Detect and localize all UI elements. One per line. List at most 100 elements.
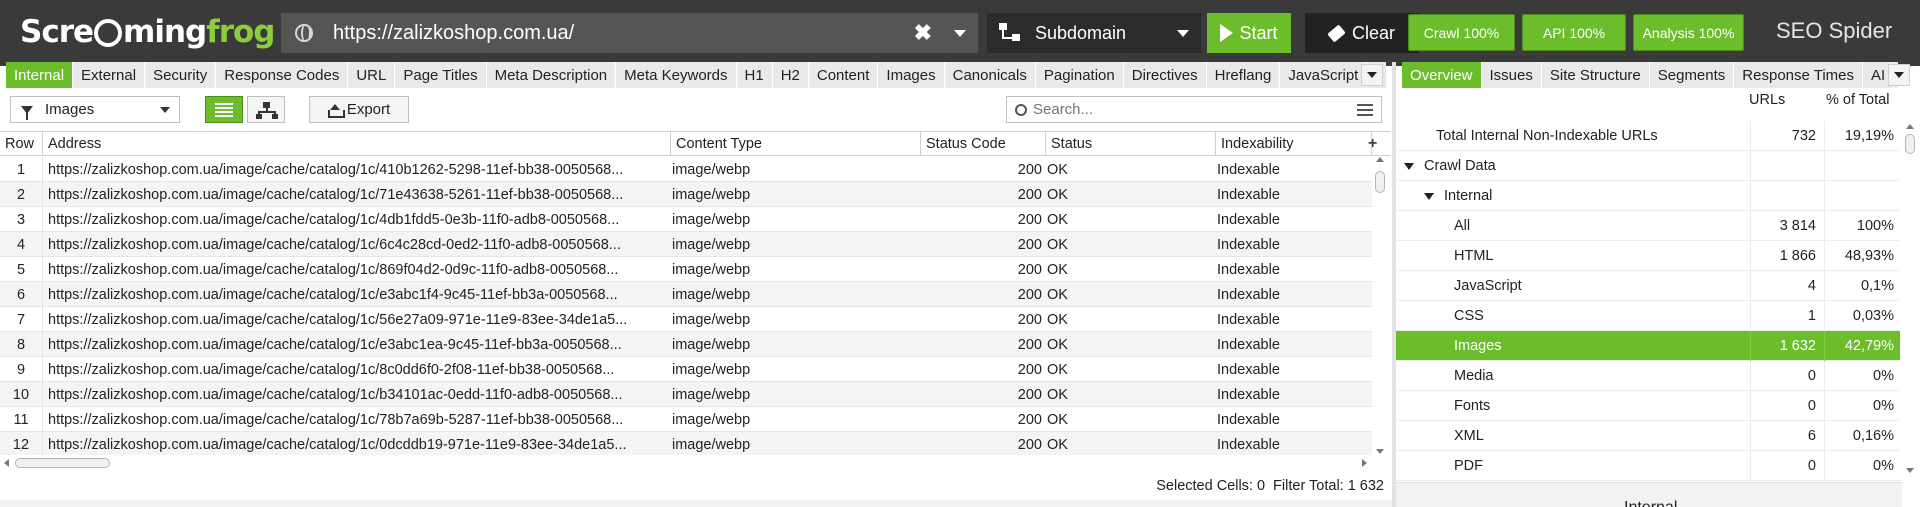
overview-row-javascript[interactable]: JavaScript 4 0,1% (1396, 271, 1900, 301)
row-number: 5 (0, 257, 43, 282)
table-body: 1 https://zalizkoshop.com.ua/image/cache/… (0, 157, 1372, 455)
left-bottom-strip (0, 500, 1392, 507)
scroll-down-icon[interactable] (1906, 468, 1914, 473)
overview-row-css[interactable]: CSS 1 0,03% (1396, 301, 1900, 331)
tab-url[interactable]: URL (348, 62, 396, 88)
row-number: 4 (0, 232, 43, 257)
overview-row-internal[interactable]: Internal (1396, 181, 1900, 211)
column-header-indexability[interactable]: Indexability (1216, 132, 1372, 156)
column-header-address[interactable]: Address (43, 132, 671, 156)
tab-meta-keywords[interactable]: Meta Keywords (616, 62, 737, 88)
overview-row-text: Total Internal Non-Indexable URLs (1436, 128, 1658, 144)
table-row[interactable]: 1 https://zalizkoshop.com.ua/image/cache/… (0, 157, 1372, 182)
overview-row-media[interactable]: Media 0 0% (1396, 361, 1900, 391)
side-tab-response-times[interactable]: Response Times (1734, 62, 1864, 88)
clear-button[interactable]: Clear (1305, 13, 1419, 53)
overview-row-images[interactable]: Images 1 632 42,79% (1396, 331, 1900, 361)
clear-url-icon[interactable]: ✖ (914, 20, 932, 46)
indexability-cell: Indexable (1217, 386, 1280, 403)
tab-hreflang[interactable]: Hreflang (1206, 62, 1281, 88)
table-row[interactable]: 8 https://zalizkoshop.com.ua/image/cache/… (0, 332, 1372, 357)
overview-row-xml[interactable]: XML 6 0,16% (1396, 421, 1900, 451)
overview-urls-value: 3 814 (1750, 211, 1820, 241)
url-input-field[interactable]: https://zalizkoshop.com.ua/ ✖ (281, 13, 978, 53)
overview-row-all[interactable]: All 3 814 100% (1396, 211, 1900, 241)
overview-row-crawl-data[interactable]: Crawl Data (1396, 151, 1900, 181)
table-row[interactable]: 7 https://zalizkoshop.com.ua/image/cache/… (0, 307, 1372, 332)
table-row[interactable]: 9 https://zalizkoshop.com.ua/image/cache/… (0, 357, 1372, 382)
scrollbar-thumb[interactable] (1375, 171, 1385, 193)
scroll-up-icon[interactable] (1376, 157, 1384, 162)
table-row[interactable]: 12 https://zalizkoshop.com.ua/image/cache… (0, 432, 1372, 455)
tab-h2[interactable]: H2 (772, 62, 809, 88)
overview-urls-value (1750, 181, 1820, 211)
filter-select[interactable]: Images (10, 96, 180, 123)
tab-directives[interactable]: Directives (1123, 62, 1207, 88)
url-history-dropdown-icon[interactable] (954, 29, 966, 37)
overview-row-pdf[interactable]: PDF 0 0% (1396, 451, 1900, 481)
crawl-mode-value: Subdomain (1035, 22, 1127, 43)
tab-canonicals[interactable]: Canonicals (944, 62, 1036, 88)
table-row[interactable]: 4 https://zalizkoshop.com.ua/image/cache/… (0, 232, 1372, 257)
start-button[interactable]: Start (1207, 13, 1291, 53)
table-row[interactable]: 11 https://zalizkoshop.com.ua/image/cache… (0, 407, 1372, 432)
search-options-icon[interactable] (1357, 103, 1373, 117)
scroll-right-icon[interactable] (1362, 459, 1367, 467)
tab-pagination[interactable]: Pagination (1035, 62, 1124, 88)
table-row[interactable]: 10 https://zalizkoshop.com.ua/image/cache… (0, 382, 1372, 407)
table-row[interactable]: 3 https://zalizkoshop.com.ua/image/cache/… (0, 207, 1372, 232)
side-tab-segments[interactable]: Segments (1649, 62, 1735, 88)
scroll-up-icon[interactable] (1906, 124, 1914, 129)
tab-content[interactable]: Content (808, 62, 879, 88)
tab-security[interactable]: Security (145, 62, 217, 88)
expand-toggle-icon[interactable] (1424, 192, 1434, 200)
scrollbar-thumb[interactable] (15, 458, 110, 468)
side-tab-site-structure[interactable]: Site Structure (1541, 62, 1650, 88)
tab-images[interactable]: Images (878, 62, 945, 88)
export-button[interactable]: Export (309, 96, 409, 123)
table-vertical-scrollbar[interactable] (1372, 157, 1388, 454)
expand-toggle-icon[interactable] (1404, 162, 1414, 170)
list-view-button[interactable] (205, 96, 243, 123)
tab-h1[interactable]: H1 (736, 62, 773, 88)
table-row[interactable]: 2 https://zalizkoshop.com.ua/image/cache/… (0, 182, 1372, 207)
more-tabs-dropdown-icon[interactable] (1361, 64, 1383, 86)
overview-row-fonts[interactable]: Fonts 0 0% (1396, 391, 1900, 421)
table-row[interactable]: 6 https://zalizkoshop.com.ua/image/cache/… (0, 282, 1372, 307)
overview-col-urls[interactable]: URLs (1749, 92, 1821, 108)
tab-javascript[interactable]: JavaScript (1280, 62, 1368, 88)
column-header-status-code[interactable]: Status Code (921, 132, 1046, 156)
tab-external[interactable]: External (73, 62, 146, 88)
overview-col-pct[interactable]: % of Total (1826, 92, 1898, 108)
crawl-mode-select[interactable]: Subdomain (987, 13, 1201, 53)
more-side-tabs-dropdown-icon[interactable] (1888, 64, 1910, 86)
filter-icon (21, 105, 33, 120)
tab-response-codes[interactable]: Response Codes (216, 62, 349, 88)
side-tab-issues[interactable]: Issues (1481, 62, 1542, 88)
scroll-down-icon[interactable] (1376, 449, 1384, 454)
indexability-cell: Indexable (1217, 286, 1280, 303)
status-cell: OK (1047, 186, 1068, 203)
scroll-left-icon[interactable] (4, 459, 9, 467)
column-header-content-type[interactable]: Content Type (671, 132, 921, 156)
overview-row-total-internal-non-indexable-urls[interactable]: Total Internal Non-Indexable URLs 732 19,1… (1396, 121, 1900, 151)
tab-internal[interactable]: Internal (6, 62, 74, 88)
column-header-row[interactable]: Row (0, 132, 43, 156)
overview-pct-value (1824, 151, 1898, 181)
add-column-icon[interactable]: + (1368, 135, 1377, 153)
indexability-cell: Indexable (1217, 161, 1280, 178)
url-input-value[interactable]: https://zalizkoshop.com.ua/ (333, 22, 914, 45)
search-input[interactable] (1033, 101, 1357, 118)
tree-view-button[interactable] (247, 96, 285, 123)
side-tab-overview[interactable]: Overview (1402, 62, 1482, 88)
search-field[interactable] (1006, 96, 1382, 123)
table-horizontal-scrollbar[interactable] (0, 455, 1372, 471)
filter-select-value: Images (45, 101, 95, 118)
tab-page-titles[interactable]: Page Titles (395, 62, 487, 88)
table-row[interactable]: 5 https://zalizkoshop.com.ua/image/cache/… (0, 257, 1372, 282)
tab-meta-description[interactable]: Meta Description (486, 62, 617, 88)
overview-row-html[interactable]: HTML 1 866 48,93% (1396, 241, 1900, 271)
scrollbar-thumb[interactable] (1905, 134, 1915, 154)
overview-vertical-scrollbar[interactable] (1902, 122, 1918, 477)
column-header-status[interactable]: Status (1046, 132, 1216, 156)
